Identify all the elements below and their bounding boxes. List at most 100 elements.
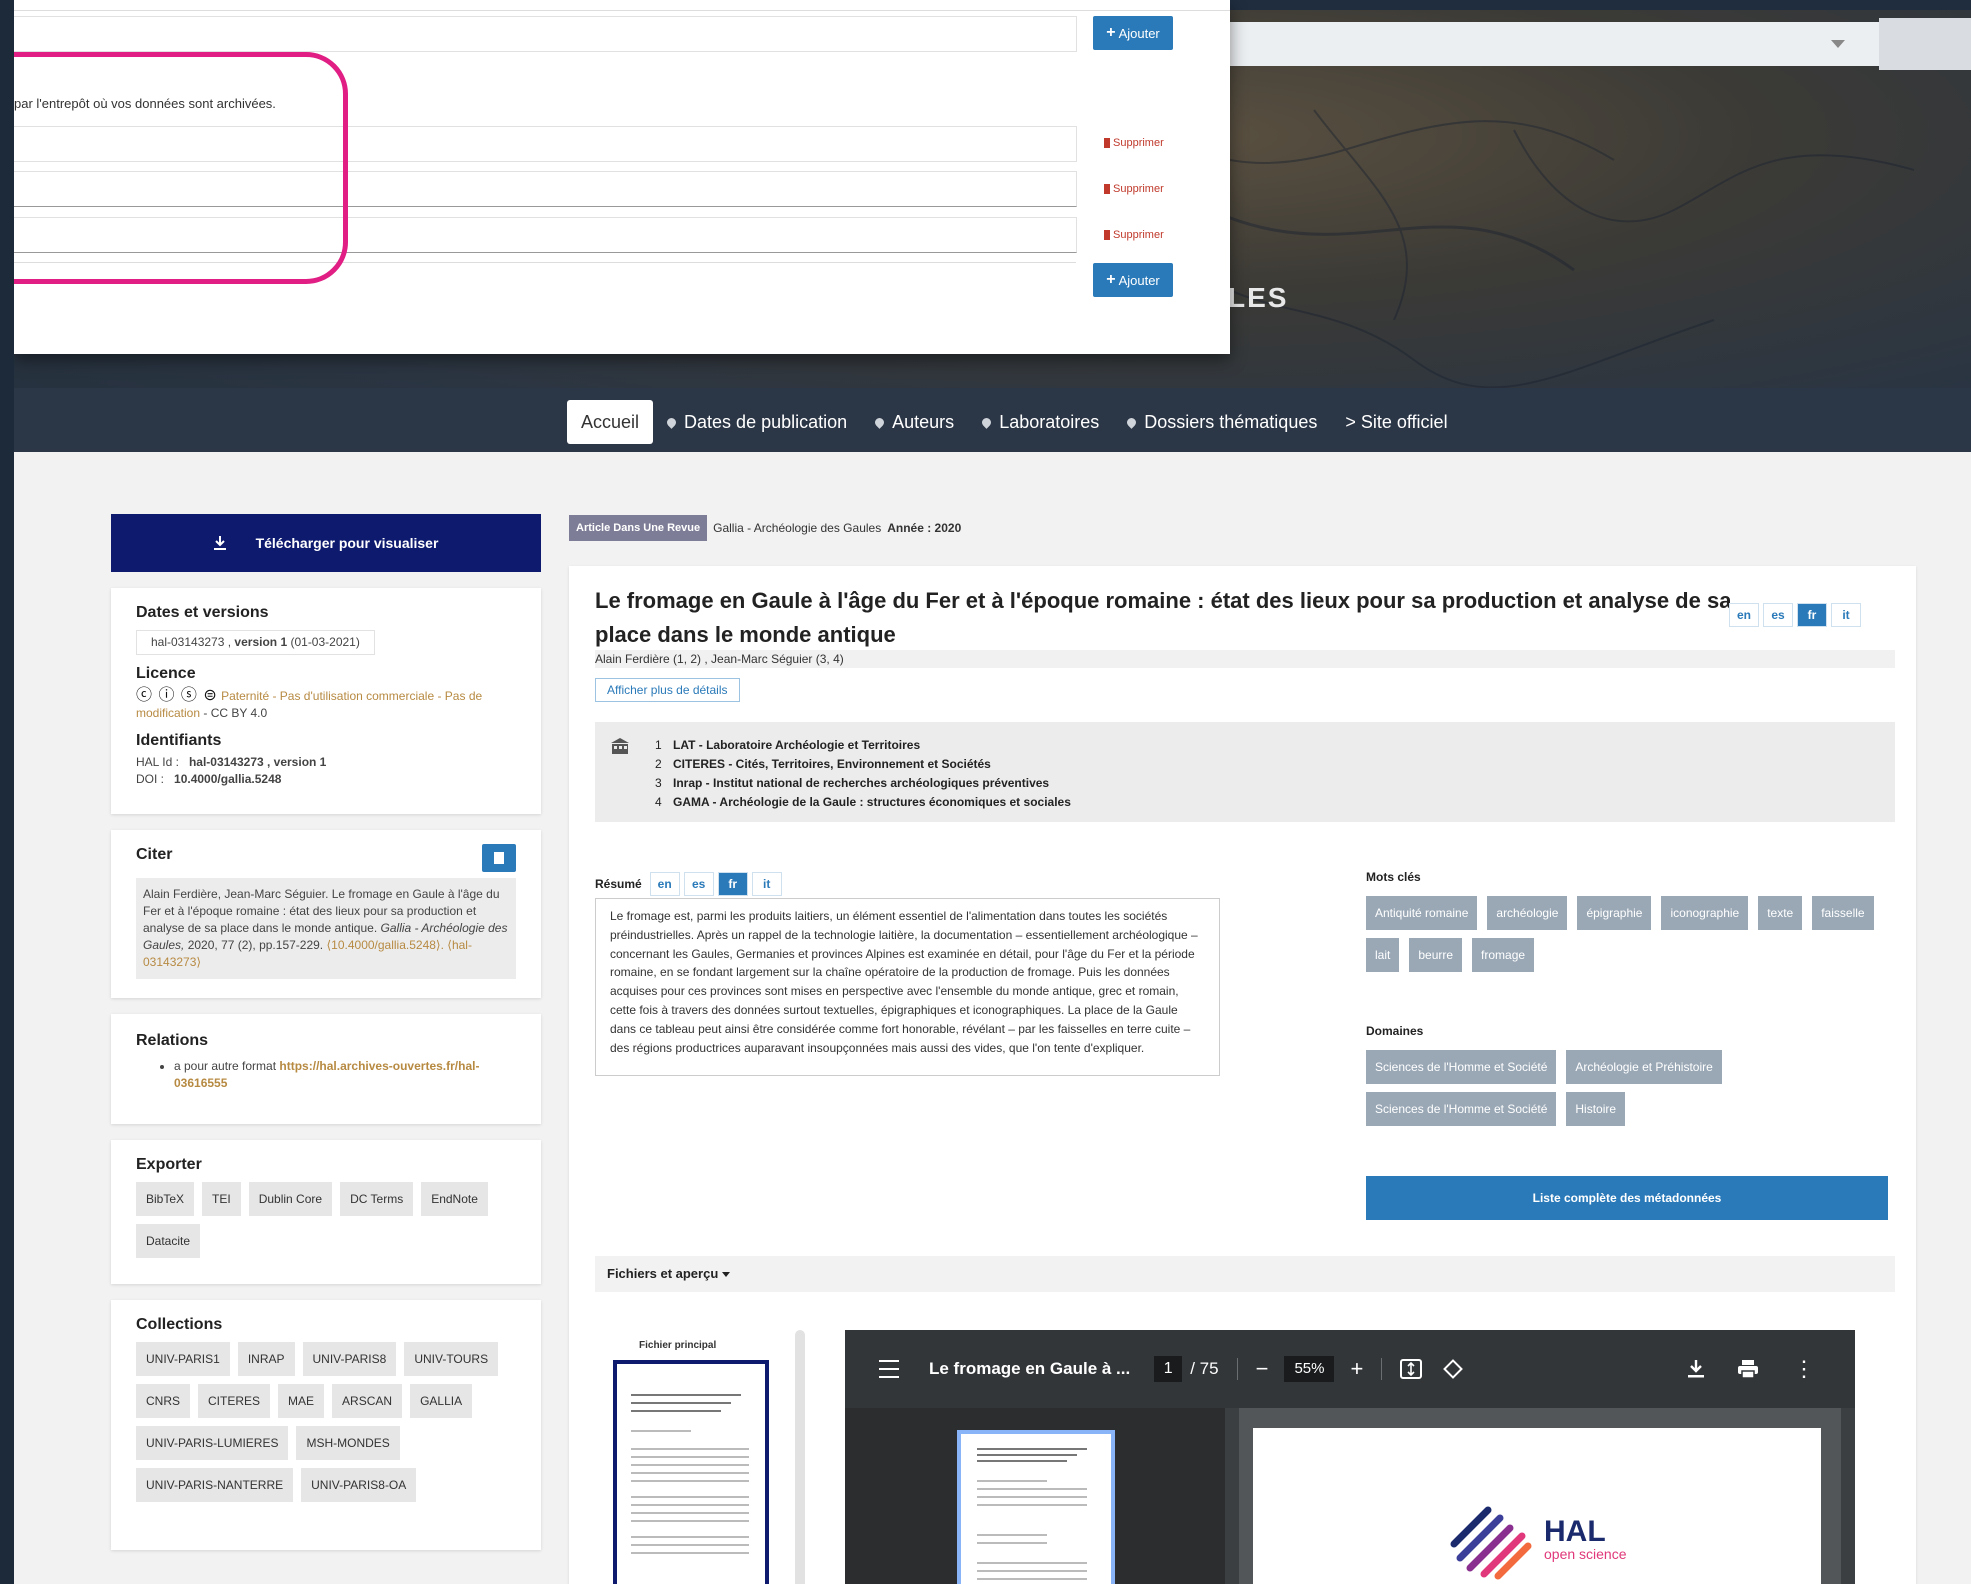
nav-item-4[interactable]: Dossiers thématiques	[1113, 400, 1331, 444]
keyword-chip[interactable]: archéologie	[1487, 896, 1568, 930]
zoom-level[interactable]: 55%	[1284, 1356, 1335, 1382]
identifiants-title: Identifiants	[136, 732, 222, 749]
nav-item-0[interactable]: Accueil	[567, 400, 654, 444]
more-details-button[interactable]: Afficher plus de détails	[595, 678, 740, 702]
download-button[interactable]: Télécharger pour visualiser	[111, 514, 541, 572]
collection-tag[interactable]: GALLIA	[410, 1384, 473, 1418]
nav-item-3[interactable]: Laboratoires	[968, 400, 1113, 444]
collection-tag[interactable]: MAE	[278, 1384, 325, 1418]
collection-tag[interactable]: UNIV-PARIS-LUMIERES	[136, 1426, 289, 1460]
abstract-lang-fr[interactable]: fr	[717, 872, 748, 896]
export-format-5[interactable]: Datacite	[136, 1224, 201, 1258]
doi-value[interactable]: 10.4000/gallia.5248	[174, 772, 281, 786]
doi-label: DOI :	[136, 772, 165, 786]
delete-button-2[interactable]: Supprimer	[1104, 183, 1164, 195]
collection-tag[interactable]: MSH-MONDES	[296, 1426, 400, 1460]
authors[interactable]: Alain Ferdière (1, 2) , Jean-Marc Séguie…	[595, 650, 1895, 668]
delete-button-3[interactable]: Supprimer	[1104, 229, 1164, 241]
full-metadata-button[interactable]: Liste complète des métadonnées	[1366, 1176, 1888, 1220]
collection-tag[interactable]: UNIV-PARIS-NANTERRE	[136, 1468, 294, 1502]
article-title: Le fromage en Gaule à l'âge du Fer et à …	[595, 588, 1732, 647]
article-meta-line: Article Dans Une Revue Gallia - Archéolo…	[569, 514, 1916, 542]
file-thumbnail[interactable]	[613, 1360, 769, 1584]
copy-citation-button[interactable]	[482, 844, 516, 872]
plus-icon: +	[1106, 271, 1116, 288]
nav-item-5[interactable]: > Site officiel	[1331, 400, 1461, 444]
highlight-annotation	[14, 52, 348, 284]
keyword-chip[interactable]: beurre	[1409, 938, 1463, 972]
abstract-lang-en[interactable]: en	[649, 872, 680, 896]
affiliation-number: 2	[655, 757, 662, 771]
menu-icon[interactable]	[879, 1360, 899, 1378]
more-options-icon[interactable]: ⋮	[1793, 1358, 1815, 1380]
version-badge[interactable]: hal-03143273 , version 1 (01-03-2021)	[136, 630, 375, 655]
keyword-chip[interactable]: iconographie	[1661, 896, 1749, 930]
keyword-chip[interactable]: faisselle	[1812, 896, 1874, 930]
collection-tag[interactable]: UNIV-PARIS1	[136, 1342, 230, 1376]
citer-title: Citer	[136, 846, 173, 863]
export-format-4[interactable]: EndNote	[421, 1182, 488, 1216]
rotate-icon[interactable]	[1442, 1358, 1464, 1380]
keyword-chip[interactable]: fromage	[1472, 938, 1535, 972]
affiliation-number: 3	[655, 776, 662, 790]
download-icon[interactable]	[1687, 1359, 1705, 1379]
nav-item-1[interactable]: Dates de publication	[653, 400, 861, 444]
fit-page-icon[interactable]	[1400, 1359, 1423, 1379]
title-lang-en[interactable]: en	[1729, 603, 1759, 627]
export-format-1[interactable]: TEI	[202, 1182, 241, 1216]
portal-select[interactable]	[1194, 22, 1879, 66]
title-lang-it[interactable]: it	[1831, 603, 1861, 627]
zoom-out-icon[interactable]: −	[1256, 1356, 1269, 1382]
add-button[interactable]: + Ajouter	[1093, 16, 1173, 50]
pin-icon	[873, 415, 887, 429]
relations-panel: Relations a pour autre format https://ha…	[111, 1014, 541, 1124]
domain-chip[interactable]: Sciences de l'Homme et Société	[1366, 1092, 1557, 1126]
domain-chip[interactable]: Archéologie et Préhistoire	[1566, 1050, 1722, 1084]
domain-chip[interactable]: Histoire	[1566, 1092, 1626, 1126]
abstract-lang-es[interactable]: es	[683, 872, 714, 896]
main-nav: Accueil Dates de publication Auteurs Labora…	[567, 400, 1462, 444]
exporter-title: Exporter	[136, 1156, 202, 1173]
edit-dialog: + Ajouter par l'entrepôt où vos données …	[14, 0, 1230, 354]
pdf-page-thumbnail[interactable]	[957, 1430, 1115, 1584]
affiliation-item[interactable]: 2 CITERES - Cités, Territoires, Environne…	[655, 755, 1071, 774]
pdf-scrollbar[interactable]	[1841, 1408, 1855, 1584]
thumbnail-scrollbar[interactable]	[795, 1330, 805, 1584]
delete-button-1[interactable]: Supprimer	[1104, 137, 1164, 149]
nav-item-2[interactable]: Auteurs	[861, 400, 968, 444]
affiliation-list: 1 LAT - Laboratoire Archéologie et Territ…	[655, 736, 1071, 812]
nav-item-label: Dossiers thématiques	[1144, 412, 1318, 432]
pin-icon	[1125, 415, 1139, 429]
collection-tag[interactable]: UNIV-TOURS	[404, 1342, 499, 1376]
files-toggle[interactable]: Fichiers et aperçu	[595, 1256, 1895, 1292]
domains-title: Domaines	[1366, 1024, 1424, 1038]
keyword-chip[interactable]: Antiquité romaine	[1366, 896, 1478, 930]
affiliation-item[interactable]: 1 LAT - Laboratoire Archéologie et Territ…	[655, 736, 1071, 755]
pdf-sidebar-scrollbar[interactable]	[1225, 1408, 1239, 1584]
page: LES Accueil Dates de publication Auteurs La…	[14, 0, 1971, 1584]
collection-tag[interactable]: CNRS	[136, 1384, 191, 1418]
abstract-lang-it[interactable]: it	[751, 872, 782, 896]
add-repository-button[interactable]: + Ajouter	[1093, 263, 1173, 297]
version-date: (01-03-2021)	[290, 635, 360, 649]
collection-tag[interactable]: UNIV-PARIS8-OA	[301, 1468, 417, 1502]
title-lang-fr[interactable]: fr	[1797, 603, 1827, 627]
collection-tag[interactable]: UNIV-PARIS8	[302, 1342, 397, 1376]
page-number-input[interactable]: 1	[1154, 1356, 1183, 1382]
keyword-chip[interactable]: lait	[1366, 938, 1400, 972]
export-format-3[interactable]: DC Terms	[340, 1182, 414, 1216]
affiliation-item[interactable]: 4 GAMA - Archéologie de la Gaule : struct…	[655, 793, 1071, 812]
export-format-0[interactable]: BibTeX	[136, 1182, 195, 1216]
affiliation-item[interactable]: 3 Inrap - Institut national de recherches…	[655, 774, 1071, 793]
title-lang-es[interactable]: es	[1763, 603, 1793, 627]
collection-tag[interactable]: CITERES	[198, 1384, 271, 1418]
zoom-in-icon[interactable]: +	[1350, 1356, 1363, 1382]
collection-tag[interactable]: INRAP	[237, 1342, 295, 1376]
print-icon[interactable]	[1737, 1359, 1759, 1379]
collection-tag[interactable]: ARSCAN	[332, 1384, 403, 1418]
field-input[interactable]	[14, 16, 1077, 52]
domain-chip[interactable]: Sciences de l'Homme et Société	[1366, 1050, 1557, 1084]
export-format-2[interactable]: Dublin Core	[248, 1182, 333, 1216]
keyword-chip[interactable]: épigraphie	[1577, 896, 1652, 930]
keyword-chip[interactable]: texte	[1758, 896, 1803, 930]
